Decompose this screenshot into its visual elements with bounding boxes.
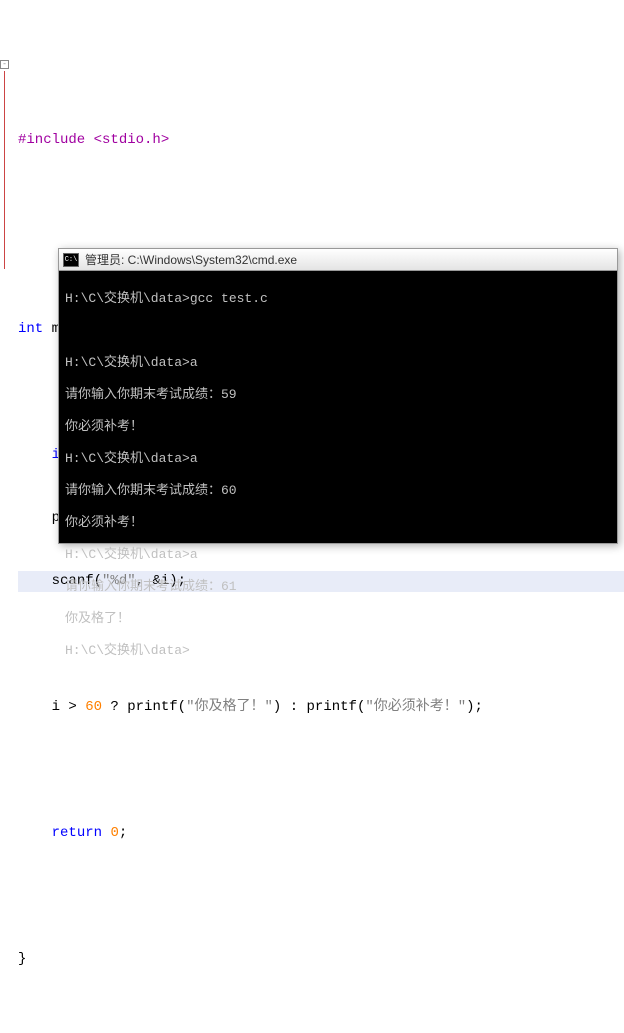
keyword-int: int xyxy=(18,321,43,337)
string-literal: "你必须补考！" xyxy=(365,699,466,715)
code-line xyxy=(18,886,624,907)
code-line: } xyxy=(18,949,624,970)
cmd-line: 请你输入你期末考试成绩：60 xyxy=(65,483,611,499)
cmd-line: H:\C\交换机\data>a xyxy=(65,355,611,371)
cmd-line: H:\C\交换机\data>a xyxy=(65,547,611,563)
fold-guide xyxy=(4,71,5,269)
code-line: return 0; xyxy=(18,823,624,844)
cmd-line: H:\C\交换机\data>gcc test.c xyxy=(65,291,611,307)
cmd-window[interactable]: C:\ 管理员: C:\Windows\System32\cmd.exe H:\… xyxy=(58,248,618,544)
cmd-output[interactable]: H:\C\交换机\data>gcc test.c H:\C\交换机\data>a… xyxy=(59,271,617,543)
code-line: i > 60 ? printf("你及格了！") : printf("你必须补考… xyxy=(18,697,624,718)
cmd-line: 你必须补考！ xyxy=(65,515,611,531)
number-literal: 0 xyxy=(110,825,118,841)
number-literal: 60 xyxy=(85,699,102,715)
cmd-line: 请你输入你期末考试成绩：61 xyxy=(65,579,611,595)
fold-toggle-icon[interactable]: - xyxy=(0,60,9,69)
cmd-line: 你及格了！ xyxy=(65,611,611,627)
cmd-line: 请你输入你期末考试成绩：59 xyxy=(65,387,611,403)
preprocessor: #include xyxy=(18,132,85,148)
string-literal: "你及格了！" xyxy=(186,699,273,715)
cmd-line: 你必须补考！ xyxy=(65,419,611,435)
cmd-line xyxy=(65,323,611,339)
cmd-title: 管理员: C:\Windows\System32\cmd.exe xyxy=(85,251,297,268)
cmd-titlebar[interactable]: C:\ 管理员: C:\Windows\System32\cmd.exe xyxy=(59,249,617,271)
code-line xyxy=(18,193,624,214)
cmd-line: H:\C\交换机\data> xyxy=(65,643,611,659)
code-line xyxy=(18,760,624,781)
expr-cond: i > xyxy=(52,699,86,715)
code-line: #include <stdio.h> xyxy=(18,130,624,151)
cmd-icon: C:\ xyxy=(63,253,79,267)
cmd-line: H:\C\交换机\data>a xyxy=(65,451,611,467)
header-name: <stdio.h> xyxy=(94,132,170,148)
keyword-return: return xyxy=(52,825,102,841)
